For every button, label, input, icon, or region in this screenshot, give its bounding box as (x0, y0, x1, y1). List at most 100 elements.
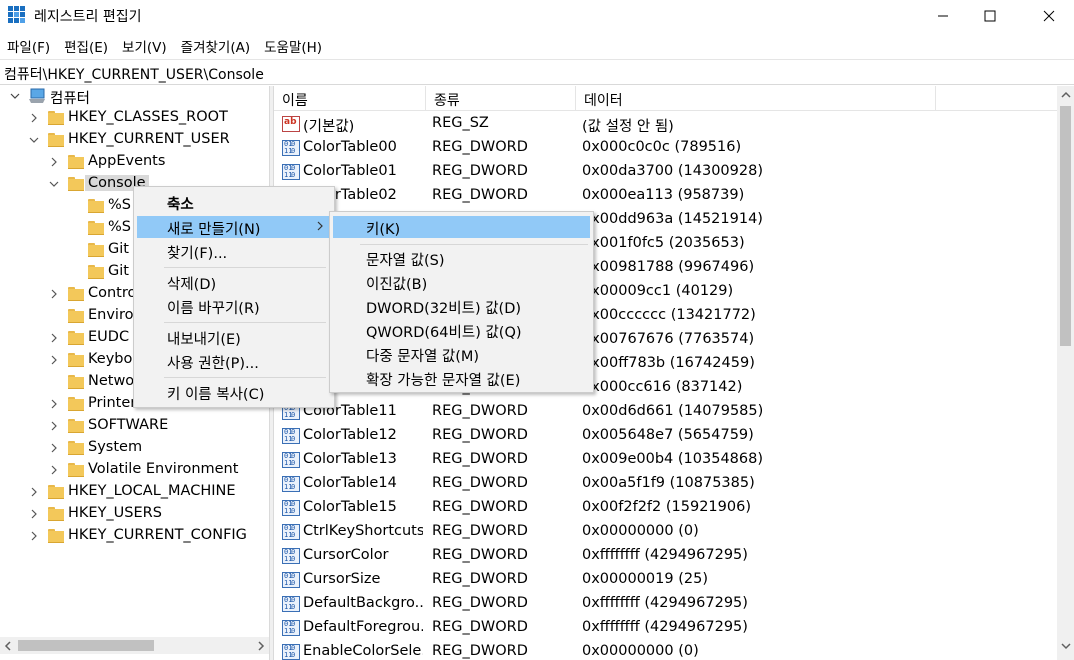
tree-item[interactable]: HKEY_USERS (0, 504, 269, 526)
chevron-right-icon[interactable] (48, 420, 60, 432)
scroll-right-icon[interactable] (257, 641, 265, 651)
submenu-item-multi-string-value[interactable]: 다중 문자열 값(M) (333, 343, 590, 365)
scroll-up-icon[interactable] (1061, 91, 1071, 99)
maximize-button[interactable] (967, 0, 1013, 32)
chevron-right-icon[interactable] (48, 398, 60, 410)
tree-item[interactable]: HKEY_CURRENT_USER (0, 130, 269, 152)
list-item[interactable]: 01 0 11 0 ColorTable13 REG_DWORD 0x009e00b4 (1… (274, 448, 1057, 472)
menu-item-collapse[interactable]: 축소 (137, 191, 331, 213)
menu-item-new[interactable]: 새로 만들기(N) (137, 216, 331, 238)
menu-item-find[interactable]: 찾기(F)... (137, 240, 331, 262)
folder-icon (88, 221, 104, 236)
tree-label: Netwo (88, 373, 135, 389)
list-item[interactable]: 01 0 11 0 DefaultBackgro... REG_DWORD 0xffffff… (274, 592, 1057, 616)
submenu-item-dword-value[interactable]: DWORD(32비트) 값(D) (333, 295, 590, 317)
list-item[interactable]: 01 0 11 0 EnableColorSele... REG_DWORD 0x00000… (274, 640, 1057, 660)
scroll-down-icon[interactable] (1061, 642, 1071, 650)
folder-icon (68, 375, 84, 390)
folder-icon (48, 529, 64, 544)
chevron-right-icon[interactable] (28, 530, 40, 542)
list-item[interactable]: 010110CtrlKeyShortcuts... REG_DWORD 0x0000… (274, 520, 1057, 544)
tree-label: SOFTWARE (88, 417, 169, 433)
tree-label: HKEY_USERS (68, 505, 162, 521)
scroll-left-icon[interactable] (4, 641, 12, 651)
list-item[interactable]: 01 0 11 0 ColorTable12 REG_DWORD 0x005648e7 (5… (274, 424, 1057, 448)
value-name: CtrlKeyShortcuts... (303, 523, 423, 539)
list-item[interactable]: 01 0 11 0 ColorTable00 REG_DWORD 0x000c0c0c (7… (274, 136, 1057, 160)
tree-label: Enviro (88, 307, 134, 323)
tree-label: Contro (88, 285, 137, 301)
menu-item-export[interactable]: 내보내기(E) (137, 326, 331, 348)
folder-icon (88, 265, 104, 280)
tree-item[interactable]: Volatile Environment (0, 460, 269, 482)
menu-item-delete[interactable]: 삭제(D) (137, 271, 331, 293)
chevron-down-icon[interactable] (28, 134, 40, 146)
folder-icon (68, 419, 84, 434)
value-name: (기본값) (303, 119, 355, 135)
menu-item-permissions[interactable]: 사용 권한(P)... (137, 350, 331, 372)
value-type: REG_DWORD (432, 595, 528, 611)
chevron-right-icon[interactable] (48, 332, 60, 344)
value-type: REG_DWORD (432, 163, 528, 179)
list-item[interactable]: 01 0 11 0 ColorTable01 REG_DWORD 0x00da3700 (1… (274, 160, 1057, 184)
scroll-thumb[interactable] (18, 640, 154, 651)
column-header-type[interactable]: 종류 (426, 86, 576, 111)
chevron-right-icon[interactable] (28, 508, 40, 520)
chevron-down-icon[interactable] (48, 178, 60, 190)
menu-help[interactable]: 도움말(H) (257, 34, 329, 56)
tree-item[interactable]: SOFTWARE (0, 416, 269, 438)
menu-edit[interactable]: 편집(E) (57, 34, 115, 56)
value-type: REG_DWORD (432, 523, 528, 539)
submenu-item-binary-value[interactable]: 이진값(B) (333, 271, 590, 293)
list-item[interactable]: 01 0 11 0 ColorTable11 REG_DWORD 0x00d6d661 (1… (274, 400, 1057, 424)
chevron-right-icon[interactable] (48, 442, 60, 454)
folder-icon (48, 507, 64, 522)
list-item[interactable]: ab (기본값) REG_SZ (값 설정 안 됨) (274, 112, 1057, 136)
column-header-name[interactable]: 이름 (274, 86, 426, 111)
column-header-data[interactable]: 데이터 (576, 86, 936, 111)
menu-item-copy-key-name[interactable]: 키 이름 복사(C) (137, 381, 331, 403)
chevron-right-icon[interactable] (48, 354, 60, 366)
menu-item-rename[interactable]: 이름 바꾸기(R) (137, 295, 331, 317)
tree-item[interactable]: HKEY_LOCAL_MACHINE (0, 482, 269, 504)
scroll-thumb[interactable] (1060, 106, 1071, 346)
value-data: 0x00f2f2f2 (15921906) (582, 499, 751, 515)
list-item[interactable]: 01 0 11 0 ColorTable14 REG_DWORD 0x00a5f1f9 (1… (274, 472, 1057, 496)
list-item[interactable]: 01 0 11 0 DefaultForegrou... REG_DWORD 0xfffff… (274, 616, 1057, 640)
tree-item[interactable]: AppEvents (0, 152, 269, 174)
value-data: 0x00000019 (25) (582, 571, 708, 587)
list-item[interactable]: 01 0 11 0 CursorColor REG_DWORD 0xffffffff (42… (274, 544, 1057, 568)
chevron-right-icon[interactable] (28, 112, 40, 124)
value-type: REG_DWORD (432, 619, 528, 635)
chevron-down-icon[interactable] (9, 90, 21, 102)
submenu-item-qword-value[interactable]: QWORD(64비트) 값(Q) (333, 319, 590, 341)
list-item[interactable]: 01 0 11 0 ColorTable15 REG_DWORD 0x00f2f2f2 (1… (274, 496, 1057, 520)
minimize-button[interactable] (920, 0, 966, 32)
chevron-right-icon[interactable] (48, 156, 60, 168)
chevron-right-icon[interactable] (48, 464, 60, 476)
menu-view[interactable]: 보기(V) (115, 34, 174, 56)
menu-favorites[interactable]: 즐겨찾기(A) (174, 34, 257, 56)
submenu-item-string-value[interactable]: 문자열 값(S) (333, 247, 590, 269)
list-item[interactable]: 010110ColorTable02REG_DWORD0x000ea113 (9… (274, 184, 1057, 208)
value-type: REG_DWORD (432, 475, 528, 491)
chevron-right-icon[interactable] (28, 486, 40, 498)
submenu-item-key[interactable]: 키(K) (333, 216, 590, 238)
address-bar[interactable]: 컴퓨터\HKEY_CURRENT_USER\Console (0, 59, 1074, 85)
menu-file[interactable]: 파일(F) (0, 34, 57, 56)
tree-root-computer[interactable]: 컴퓨터 (0, 86, 269, 108)
list-item[interactable]: 01 0 11 0 CursorSize REG_DWORD 0x00000019 (25) (274, 568, 1057, 592)
value-data: 0x00009cc1 (40129) (582, 283, 734, 299)
tree-item[interactable]: System (0, 438, 269, 460)
close-button[interactable] (1026, 0, 1072, 32)
tree-horizontal-scrollbar[interactable] (0, 637, 269, 654)
submenu-item-expandable-string-value[interactable]: 확장 가능한 문자열 값(E) (333, 367, 590, 389)
tree-item[interactable]: HKEY_CLASSES_ROOT (0, 108, 269, 130)
value-name: ColorTable14 (303, 475, 397, 491)
list-vertical-scrollbar[interactable] (1057, 86, 1074, 660)
chevron-right-icon[interactable] (48, 288, 60, 300)
folder-icon (68, 353, 84, 368)
tree-item[interactable]: HKEY_CURRENT_CONFIG (0, 526, 269, 548)
tree-label: Keybo (88, 351, 133, 367)
value-data: 0x00cccccc (13421772) (582, 307, 756, 323)
